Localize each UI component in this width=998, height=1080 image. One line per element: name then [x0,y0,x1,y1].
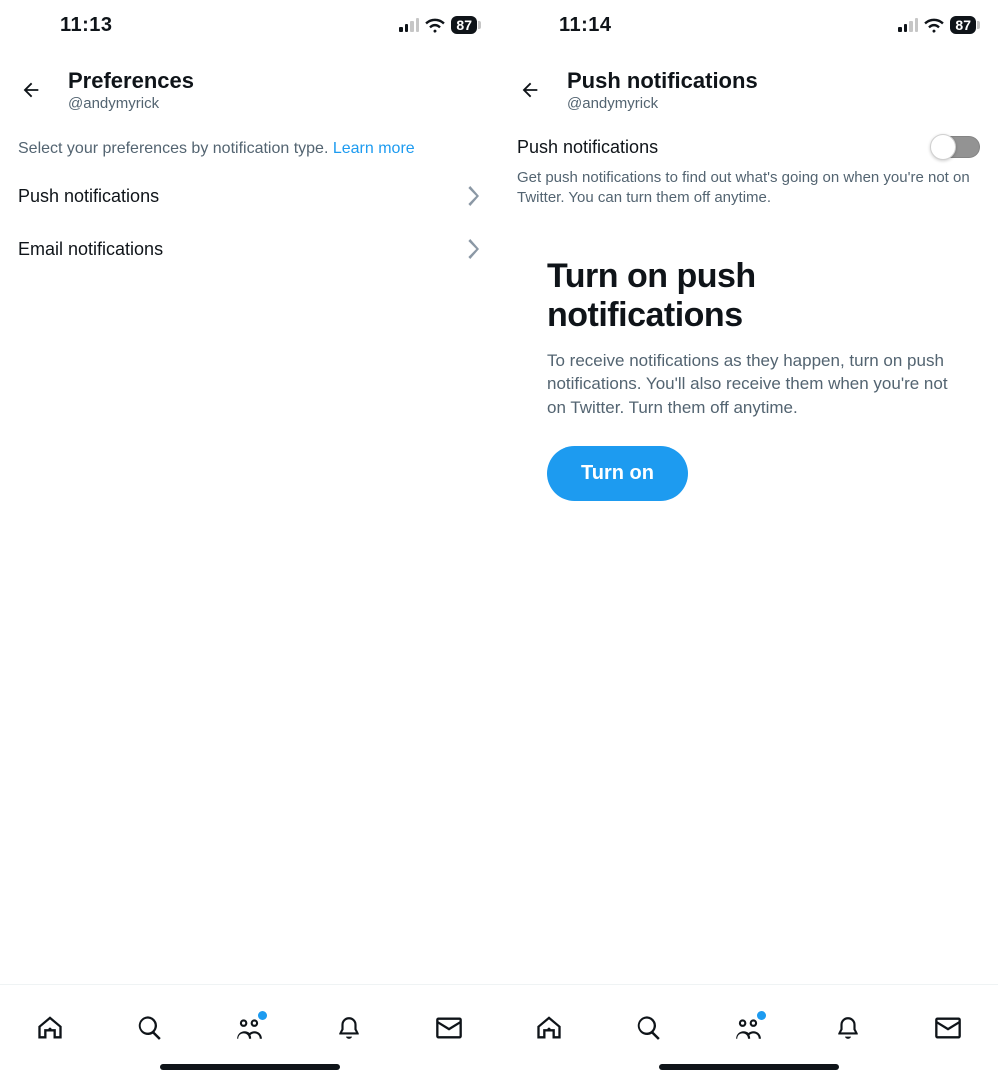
wifi-icon [924,18,944,33]
row-push-notifications[interactable]: Push notifications [0,170,499,223]
row-email-notifications[interactable]: Email notifications [0,223,499,276]
mail-icon [435,1015,463,1041]
nav-messages[interactable] [435,1014,463,1042]
toggle-knob [930,134,956,160]
chevron-right-icon [467,186,481,206]
search-icon [635,1014,663,1042]
status-time: 11:14 [559,14,612,37]
back-arrow-icon [519,79,541,101]
back-arrow-icon [20,79,42,101]
battery-icon: 87 [451,16,477,34]
status-icons: 87 [898,16,976,34]
signal-icon [399,18,419,32]
row-label: Push notifications [18,186,159,207]
home-indicator[interactable] [659,1064,839,1070]
status-bar: 11:14 87 [499,0,998,50]
status-time: 11:13 [60,14,113,37]
nav-communities[interactable] [734,1014,762,1042]
page-title: Preferences [68,68,194,94]
status-bar: 11:13 87 [0,0,499,50]
back-button[interactable] [18,77,44,103]
bottom-nav [0,984,499,1080]
page-header: Preferences @andymyrick [0,50,499,122]
push-toggle-description: Get push notifications to find out what'… [499,164,998,229]
mail-icon [934,1015,962,1041]
push-promo: Turn on push notifications To receive no… [499,229,998,502]
learn-more-link[interactable]: Learn more [333,140,415,157]
battery-icon: 87 [950,16,976,34]
handle: @andymyrick [567,95,758,112]
search-icon [136,1014,164,1042]
notification-dot [757,1011,766,1020]
chevron-right-icon [467,239,481,259]
content-area: Select your preferences by notification … [0,122,499,984]
nav-communities[interactable] [235,1014,263,1042]
notification-dot [258,1011,267,1020]
promo-title: Turn on push notifications [547,257,950,335]
signal-icon [898,18,918,32]
phone-preferences: 11:13 87 Preferences @andymyrick Select … [0,0,499,1080]
nav-search[interactable] [136,1014,164,1042]
status-icons: 87 [399,16,477,34]
nav-notifications[interactable] [834,1014,862,1042]
page-title: Push notifications [567,68,758,94]
nav-messages[interactable] [934,1014,962,1042]
nav-search[interactable] [635,1014,663,1042]
back-button[interactable] [517,77,543,103]
push-toggle-label: Push notifications [517,137,658,158]
handle: @andymyrick [68,95,194,112]
home-icon [36,1014,64,1042]
bottom-nav [499,984,998,1080]
bell-icon [336,1014,362,1042]
phone-push-notifications: 11:14 87 Push notifications @andymyrick … [499,0,998,1080]
push-toggle-row: Push notifications [499,122,998,164]
promo-body: To receive notifications as they happen,… [547,349,950,420]
preferences-description: Select your preferences by notification … [0,122,499,170]
nav-home[interactable] [535,1014,563,1042]
row-label: Email notifications [18,239,163,260]
nav-notifications[interactable] [335,1014,363,1042]
page-header: Push notifications @andymyrick [499,50,998,122]
bell-icon [835,1014,861,1042]
nav-home[interactable] [36,1014,64,1042]
push-toggle-switch[interactable] [932,136,980,158]
description-text: Select your preferences by notification … [18,140,333,157]
turn-on-button[interactable]: Turn on [547,446,688,501]
wifi-icon [425,18,445,33]
content-area: Push notifications Get push notification… [499,122,998,984]
home-icon [535,1014,563,1042]
home-indicator[interactable] [160,1064,340,1070]
